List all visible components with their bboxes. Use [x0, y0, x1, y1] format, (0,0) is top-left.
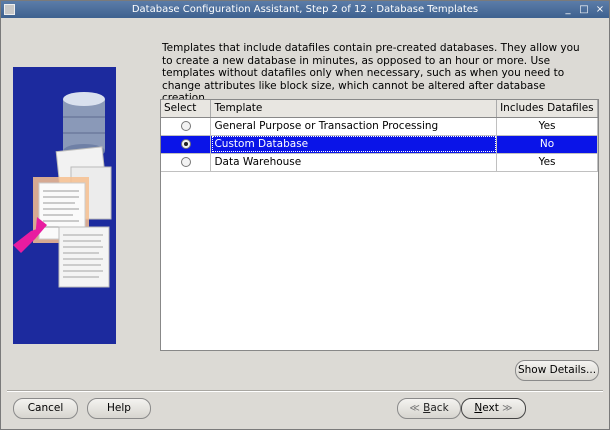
- wizard-illustration: [13, 67, 116, 344]
- includes-datafiles-cell[interactable]: Yes: [496, 117, 598, 136]
- cancel-button[interactable]: Cancel: [13, 398, 78, 419]
- help-button[interactable]: Help: [87, 398, 151, 419]
- next-arrow-icon: ≫: [502, 403, 513, 414]
- radio-custom-database[interactable]: [180, 139, 191, 149]
- select-cell[interactable]: [161, 117, 212, 136]
- template-name-cell[interactable]: General Purpose or Transaction Processin…: [210, 117, 498, 136]
- title-bar[interactable]: Database Configuration Assistant, Step 2…: [1, 1, 609, 18]
- next-button[interactable]: Next ≫: [461, 398, 526, 419]
- radio-data-warehouse[interactable]: [180, 157, 191, 167]
- column-header-template[interactable]: Template: [210, 100, 498, 118]
- table-row[interactable]: Data Warehouse Yes: [161, 153, 598, 172]
- table-header-row: Select Template Includes Datafiles: [161, 100, 598, 118]
- dbca-window: Database Configuration Assistant, Step 2…: [0, 0, 610, 430]
- includes-datafiles-cell[interactable]: Yes: [496, 153, 598, 172]
- template-name-cell[interactable]: Custom Database: [210, 135, 498, 154]
- database-documents-illustration: [13, 67, 116, 344]
- show-details-button[interactable]: Show Details...: [515, 360, 599, 381]
- includes-datafiles-cell[interactable]: No: [496, 135, 598, 154]
- radio-general-purpose[interactable]: [180, 121, 191, 131]
- column-header-select[interactable]: Select: [161, 100, 212, 118]
- window-controls: _ □ ×: [563, 1, 605, 18]
- select-cell[interactable]: [161, 135, 212, 154]
- back-arrow-icon: ≪: [409, 403, 420, 414]
- footer-divider: [7, 390, 603, 392]
- back-button[interactable]: ≪ Back: [397, 398, 461, 419]
- template-name-cell[interactable]: Data Warehouse: [210, 153, 498, 172]
- template-description: Templates that include datafiles contain…: [162, 42, 580, 104]
- minimize-icon[interactable]: _: [563, 1, 573, 18]
- maximize-icon[interactable]: □: [579, 1, 589, 18]
- close-icon[interactable]: ×: [595, 1, 605, 18]
- table-row[interactable]: Custom Database No: [161, 135, 598, 154]
- window-title: Database Configuration Assistant, Step 2…: [131, 4, 479, 15]
- select-cell[interactable]: [161, 153, 212, 172]
- back-label: ack: [430, 402, 449, 414]
- next-label: ext: [482, 402, 499, 414]
- templates-table: Select Template Includes Datafiles Gener…: [160, 99, 599, 351]
- column-header-includes-datafiles[interactable]: Includes Datafiles: [496, 100, 598, 118]
- table-row[interactable]: General Purpose or Transaction Processin…: [161, 117, 598, 136]
